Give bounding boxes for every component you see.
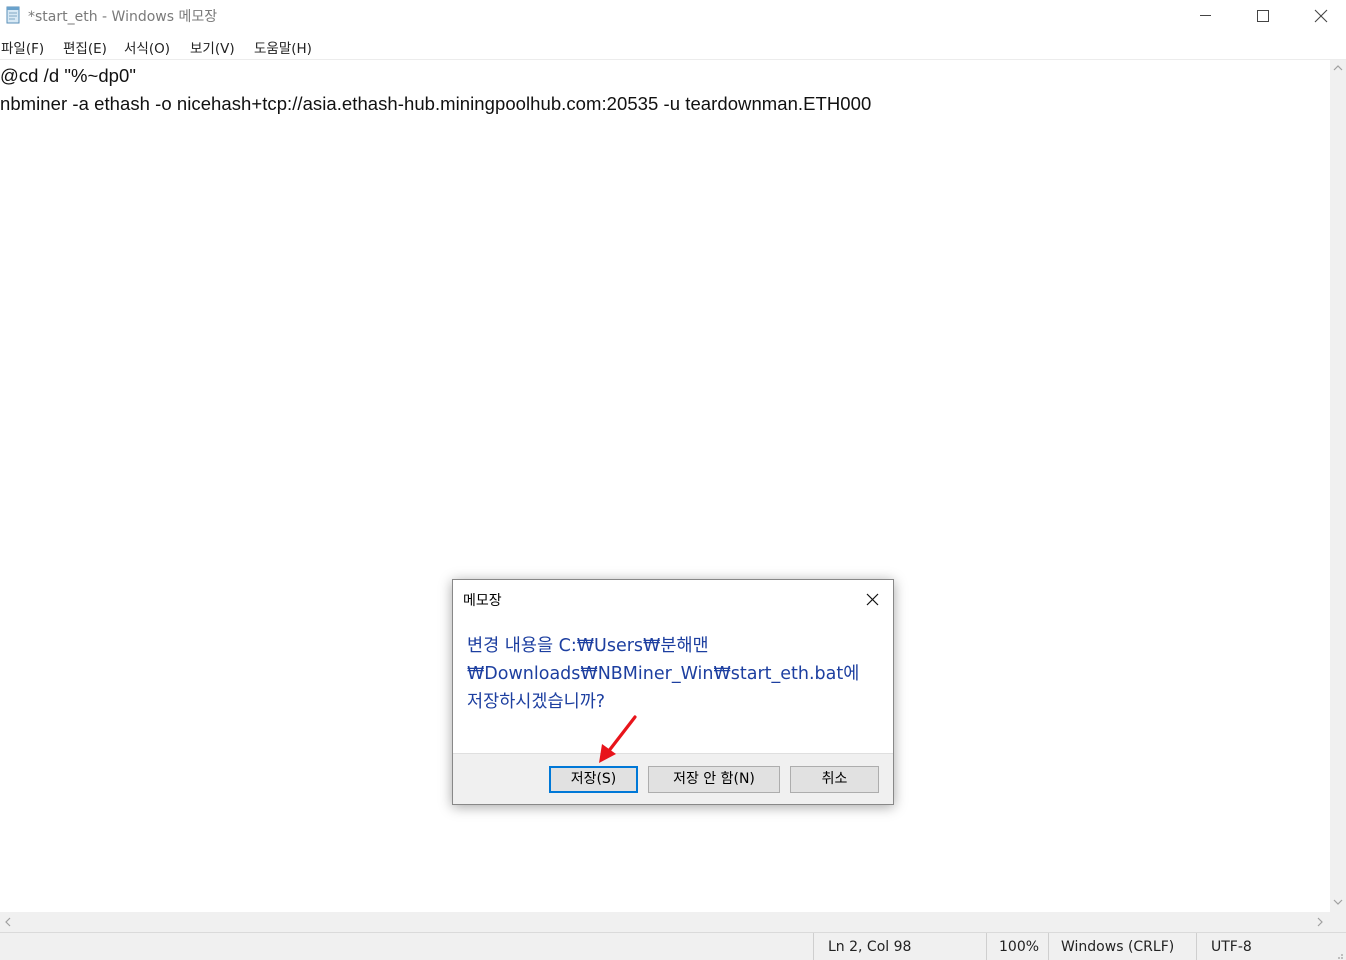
status-zoom: 100% — [986, 933, 1048, 960]
scroll-right-icon[interactable] — [1312, 914, 1328, 930]
minimize-icon — [1200, 15, 1211, 16]
save-button[interactable]: 저장(S) — [549, 766, 638, 793]
menu-edit[interactable]: 편집(E) — [63, 37, 107, 57]
status-line-ending: Windows (CRLF) — [1048, 933, 1196, 960]
status-cursor-position: Ln 2, Col 98 — [813, 933, 986, 960]
dialog-title: 메모장 — [463, 593, 502, 609]
scroll-up-icon[interactable] — [1330, 60, 1346, 76]
horizontal-scrollbar[interactable] — [0, 912, 1330, 932]
maximize-button[interactable] — [1234, 0, 1292, 32]
dont-save-button[interactable]: 저장 안 함(N) — [648, 766, 780, 793]
scroll-track[interactable] — [1332, 78, 1344, 892]
minimize-button[interactable] — [1176, 0, 1234, 32]
menu-bar: 파일(F) 편집(E) 서식(O) 보기(V) 도움말(H) — [0, 34, 1346, 58]
close-icon — [866, 593, 879, 606]
scroll-left-icon[interactable] — [0, 914, 16, 930]
dialog-close-button[interactable] — [857, 588, 887, 610]
close-window-button[interactable] — [1292, 0, 1346, 32]
close-icon — [1314, 9, 1328, 23]
scrollbar-corner — [1330, 912, 1346, 932]
menu-help[interactable]: 도움말(H) — [254, 37, 312, 57]
scroll-down-icon[interactable] — [1330, 894, 1346, 910]
red-arrow-icon — [599, 715, 637, 763]
dialog-button-bar: 저장(S) 저장 안 함(N) 취소 — [453, 753, 893, 804]
menu-format[interactable]: 서식(O) — [124, 37, 170, 57]
window-title: *start_eth - Windows 메모장 — [28, 9, 218, 25]
dialog-message: 변경 내용을 C:₩Users₩분해맨 ₩Downloads₩NBMiner_W… — [467, 632, 883, 716]
dialog-message-line: ₩Downloads₩NBMiner_Win₩start_eth.bat에 — [467, 664, 860, 684]
dialog-message-line: 저장하시겠습니까? — [467, 692, 606, 712]
editor-line: nbminer -a ethash -o nicehash+tcp://asia… — [0, 93, 872, 114]
status-encoding: UTF-8 — [1196, 933, 1346, 960]
menu-view[interactable]: 보기(V) — [190, 37, 235, 57]
save-confirm-dialog: 메모장 변경 내용을 C:₩Users₩분해맨 ₩Downloads₩NBMin… — [452, 579, 894, 805]
cancel-button[interactable]: 취소 — [790, 766, 879, 793]
vertical-scrollbar[interactable] — [1330, 60, 1346, 912]
maximize-icon — [1257, 10, 1269, 22]
notepad-icon — [4, 6, 22, 24]
menu-file[interactable]: 파일(F) — [1, 37, 44, 57]
resize-grip-icon[interactable] — [1334, 948, 1344, 959]
status-bar: Ln 2, Col 98 100% Windows (CRLF) UTF-8 — [0, 932, 1346, 960]
title-bar: *start_eth - Windows 메모장 — [0, 0, 1346, 32]
editor-line: @cd /d "%~dp0" — [0, 65, 136, 86]
dialog-message-line: 변경 내용을 C:₩Users₩분해맨 — [467, 636, 709, 656]
